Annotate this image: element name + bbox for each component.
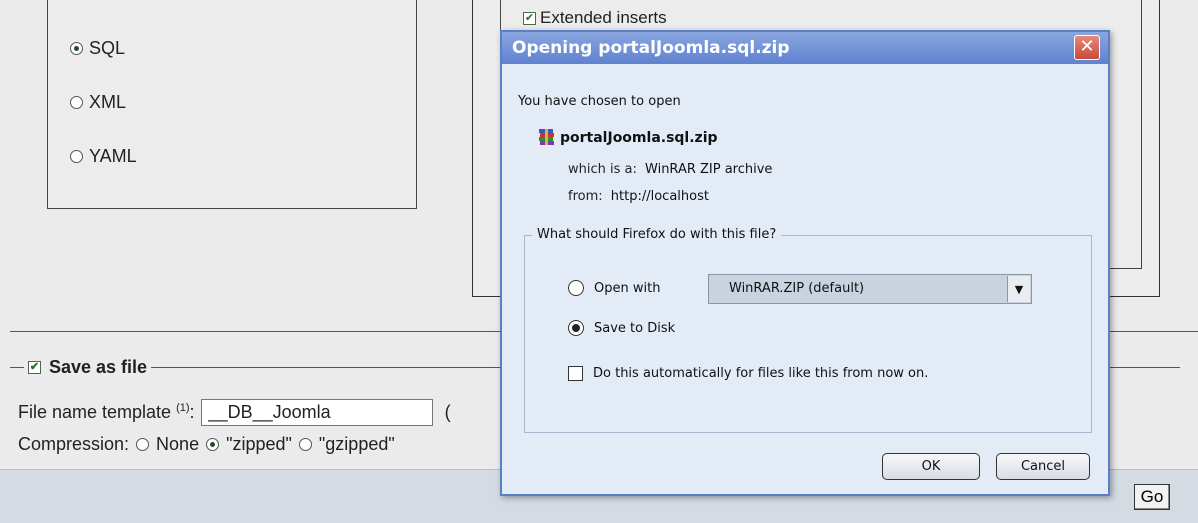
extended-inserts-checkbox[interactable]: ✔ bbox=[523, 11, 536, 25]
extended-inserts-option[interactable]: ✔ Extended inserts bbox=[523, 10, 667, 26]
dialog-title: Opening portalJoomla.sql.zip bbox=[512, 38, 790, 58]
sql-label: SQL bbox=[89, 38, 126, 58]
file-type-row: which is a: WinRAR ZIP archive bbox=[568, 162, 772, 177]
auto-action-label: Do this automatically for files like thi… bbox=[593, 366, 929, 381]
dropdown-arrow-icon[interactable]: ▼ bbox=[1007, 276, 1030, 302]
save-as-file-legend[interactable]: ✔ Save as file bbox=[24, 357, 152, 378]
format-option-sql[interactable]: SQL bbox=[70, 38, 125, 59]
file-source-label: from: bbox=[568, 189, 603, 204]
compression-row: Compression: None "zipped" "gzipped" bbox=[18, 434, 395, 455]
go-button[interactable]: Go bbox=[1134, 484, 1170, 510]
compression-label: Compression: bbox=[18, 434, 130, 454]
file-type-label: which is a: bbox=[568, 162, 637, 177]
yaml-radio[interactable] bbox=[70, 150, 83, 163]
xml-radio[interactable] bbox=[70, 96, 83, 109]
export-format-panel: SQL XML YAML bbox=[47, 0, 417, 209]
save-to-disk-label: Save to Disk bbox=[594, 320, 676, 336]
file-name: portalJoomla.sql.zip bbox=[560, 130, 718, 146]
action-question: What should Firefox do with this file? bbox=[532, 227, 782, 242]
extended-inserts-label: Extended inserts bbox=[540, 10, 667, 26]
open-with-app-value: WinRAR.ZIP (default) bbox=[729, 281, 865, 296]
file-source-row: from: http://localhost bbox=[568, 189, 709, 204]
file-name-template-row: File name template (1): ( bbox=[18, 399, 451, 426]
auto-action-checkbox[interactable] bbox=[568, 366, 583, 381]
save-to-disk-option[interactable]: Save to Disk bbox=[568, 320, 675, 336]
file-name-template-label: File name template (1): bbox=[18, 402, 195, 422]
compression-zipped-radio[interactable] bbox=[206, 438, 220, 451]
open-with-app-select[interactable]: WinRAR.ZIP (default) ▼ bbox=[708, 274, 1032, 304]
format-option-xml[interactable]: XML bbox=[70, 92, 126, 113]
download-dialog: Opening portalJoomla.sql.zip ✕ You have … bbox=[500, 30, 1110, 496]
yaml-label: YAML bbox=[89, 146, 137, 166]
compression-zipped-label: "zipped" bbox=[226, 434, 292, 454]
compression-none-radio[interactable] bbox=[136, 438, 150, 451]
remember-template-paren: ( bbox=[444, 402, 451, 422]
file-name-template-input[interactable] bbox=[200, 399, 433, 426]
close-icon: ✕ bbox=[1079, 36, 1095, 57]
open-with-radio[interactable] bbox=[568, 280, 584, 296]
ok-button[interactable]: OK bbox=[882, 453, 980, 480]
auto-action-option[interactable]: Do this automatically for files like thi… bbox=[568, 366, 928, 381]
winrar-archive-icon bbox=[539, 129, 554, 145]
compression-gzipped-label: "gzipped" bbox=[318, 434, 395, 454]
cancel-button[interactable]: Cancel bbox=[996, 453, 1090, 480]
intro-text: You have chosen to open bbox=[518, 94, 681, 109]
dialog-titlebar[interactable]: Opening portalJoomla.sql.zip ✕ bbox=[502, 32, 1108, 64]
save-as-file-checkbox[interactable]: ✔ bbox=[28, 361, 41, 374]
save-to-disk-radio[interactable] bbox=[568, 320, 584, 336]
open-with-option[interactable]: Open with bbox=[568, 280, 660, 296]
xml-label: XML bbox=[89, 92, 127, 112]
file-type-value: WinRAR ZIP archive bbox=[645, 162, 773, 177]
close-button[interactable]: ✕ bbox=[1074, 35, 1100, 60]
format-option-yaml[interactable]: YAML bbox=[70, 146, 137, 167]
compression-none-label: None bbox=[156, 434, 200, 454]
open-with-label: Open with bbox=[594, 280, 661, 296]
sql-radio[interactable] bbox=[70, 42, 83, 55]
compression-gzipped-radio[interactable] bbox=[298, 438, 312, 451]
file-source-value: http://localhost bbox=[610, 189, 709, 204]
save-as-file-label: Save as file bbox=[49, 357, 148, 377]
